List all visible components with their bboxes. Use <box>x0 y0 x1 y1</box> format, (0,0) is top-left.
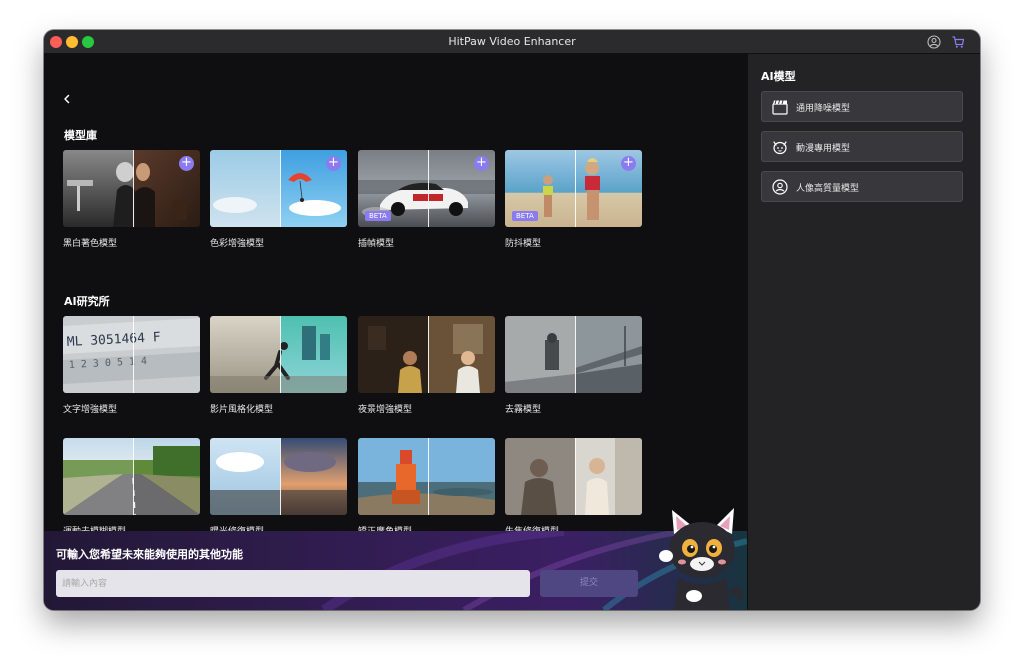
model-library-title: 模型庫 <box>64 129 97 142</box>
add-model-button[interactable]: + <box>179 156 194 171</box>
model-thumbnail <box>210 438 347 515</box>
app-window: HitPaw Video Enhancer 模型庫 + 黑白著色模型 + 色彩增… <box>44 30 980 610</box>
compare-divider <box>575 150 576 227</box>
beta-badge: BETA <box>365 211 391 221</box>
feedback-title: 可輸入您希望未來能夠使用的其他功能 <box>56 548 243 561</box>
window-title: HitPaw Video Enhancer <box>448 35 576 48</box>
compare-divider <box>133 316 134 393</box>
model-card-exposure-repair[interactable]: 曝光修復模型 <box>210 438 347 537</box>
model-thumbnail <box>505 316 642 393</box>
model-thumbnail <box>358 438 495 515</box>
cart-icon[interactable] <box>950 34 966 50</box>
model-card-stabilization[interactable]: + BETA 防抖模型 <box>505 150 642 249</box>
model-thumbnail: + <box>63 150 200 227</box>
compare-divider <box>280 316 281 393</box>
model-label: 文字增強模型 <box>63 405 118 415</box>
sidebar-title: AI模型 <box>761 70 796 83</box>
ai-lab-title: AI研究所 <box>64 295 110 308</box>
model-card-video-stylize[interactable]: 影片風格化模型 <box>210 316 347 415</box>
compare-divider <box>280 438 281 515</box>
sidebar-item-general-denoise[interactable]: 通用降噪模型 <box>761 91 963 122</box>
add-model-button[interactable]: + <box>326 156 341 171</box>
model-thumbnail: + BETA <box>505 150 642 227</box>
model-card-wide-angle-correct[interactable]: 矯正廣角模型 <box>358 438 495 537</box>
sidebar-item-label: 人像高質量模型 <box>796 184 860 194</box>
model-card-frame-interpolation[interactable]: + BETA 插幀模型 <box>358 150 495 249</box>
submit-button[interactable]: 提交 <box>540 570 638 597</box>
compare-divider <box>428 150 429 227</box>
model-card-night-enhance[interactable]: 夜景增強模型 <box>358 316 495 415</box>
model-card-motion-deblur[interactable]: 運動去模糊模型 <box>63 438 200 537</box>
sidebar-item-label: 動漫專用模型 <box>796 144 851 154</box>
model-label: 影片風格化模型 <box>210 405 274 415</box>
add-model-button[interactable]: + <box>474 156 489 171</box>
feedback-banner: 可輸入您希望未來能夠使用的其他功能 提交 <box>44 531 747 610</box>
model-card-bw-colorize[interactable]: + 黑白著色模型 <box>63 150 200 249</box>
model-thumbnail <box>210 316 347 393</box>
model-label: 夜景增強模型 <box>358 405 413 415</box>
model-thumbnail <box>358 316 495 393</box>
compare-divider <box>428 316 429 393</box>
compare-divider <box>280 150 281 227</box>
model-card-defocus-repair[interactable]: 失焦修復模型 <box>505 438 642 537</box>
compare-divider <box>428 438 429 515</box>
model-label: 插幀模型 <box>358 239 395 249</box>
feedback-input[interactable] <box>56 570 530 597</box>
model-label: 去霧模型 <box>505 405 542 415</box>
cat-mascot-icon <box>659 508 744 610</box>
clapperboard-icon <box>772 100 788 115</box>
compare-divider <box>133 150 134 227</box>
anime-face-icon <box>773 141 787 155</box>
sidebar-item-label: 通用降噪模型 <box>796 104 851 114</box>
account-icon[interactable] <box>926 34 942 50</box>
model-thumbnail: ML 3051464 F 1 2 3 0 5 1 4 <box>63 316 200 393</box>
compare-divider <box>575 438 576 515</box>
compare-divider <box>575 316 576 393</box>
back-arrow-icon[interactable] <box>60 92 74 106</box>
model-thumbnail: + <box>210 150 347 227</box>
model-card-color-enhance[interactable]: + 色彩增強模型 <box>210 150 347 249</box>
model-label: 防抖模型 <box>505 239 542 249</box>
main-content: 模型庫 + 黑白著色模型 + 色彩增強模型 + BETA 插幀模型 + BETA… <box>44 54 747 610</box>
model-label: 色彩增強模型 <box>210 239 265 249</box>
add-model-button[interactable]: + <box>621 156 636 171</box>
ai-model-sidebar: AI模型 通用降噪模型 動漫專用模型 人像高質量模型 <box>747 54 980 610</box>
model-card-text-enhance[interactable]: ML 3051464 F 1 2 3 0 5 1 4 文字增強模型 <box>63 316 200 415</box>
sidebar-item-portrait[interactable]: 人像高質量模型 <box>761 171 963 202</box>
model-thumbnail <box>63 438 200 515</box>
compare-divider <box>133 438 134 515</box>
portrait-icon <box>772 179 788 195</box>
sidebar-item-anime[interactable]: 動漫專用模型 <box>761 131 963 162</box>
title-bar: HitPaw Video Enhancer <box>44 30 980 54</box>
model-thumbnail <box>505 438 642 515</box>
model-thumbnail: + BETA <box>358 150 495 227</box>
model-card-dehaze[interactable]: 去霧模型 <box>505 316 642 415</box>
model-label: 黑白著色模型 <box>63 239 118 249</box>
beta-badge: BETA <box>512 211 538 221</box>
